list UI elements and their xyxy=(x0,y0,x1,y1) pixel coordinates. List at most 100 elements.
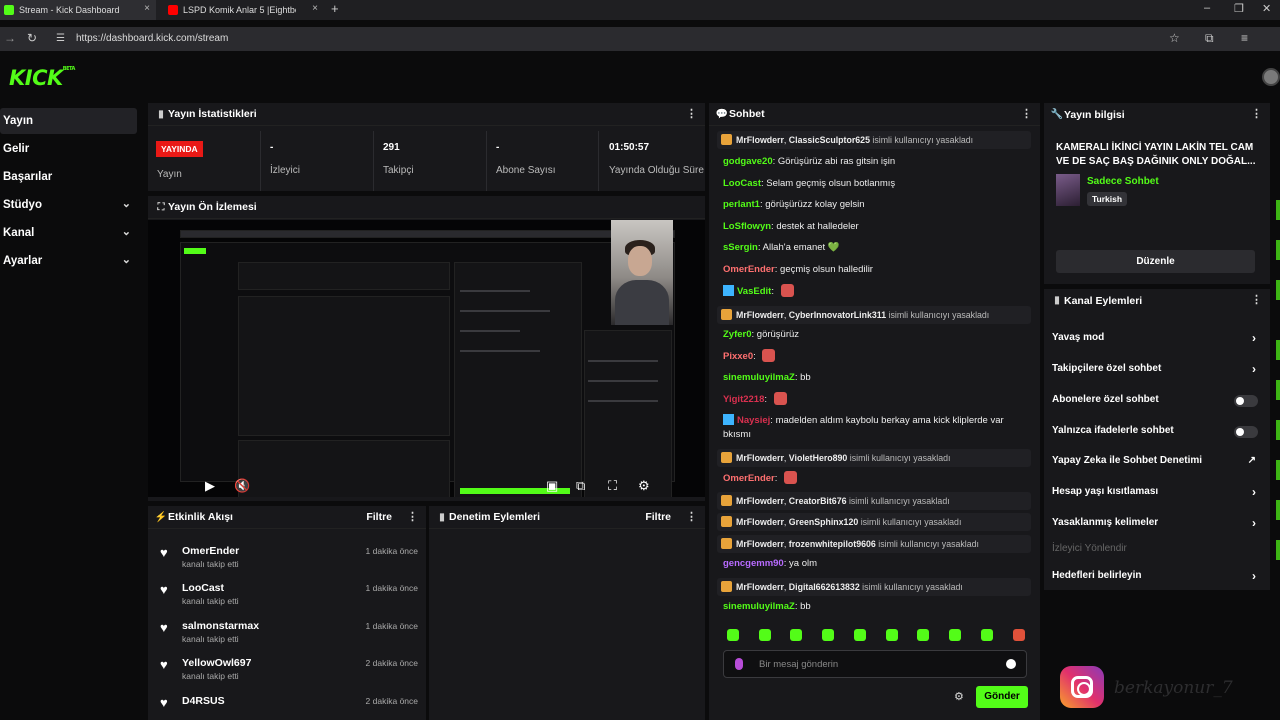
banned-username[interactable]: CreatorBit676 xyxy=(789,496,847,506)
emote-icon[interactable] xyxy=(981,629,993,641)
chat-username[interactable]: MrFlowderr xyxy=(736,453,784,463)
forward-icon[interactable]: → xyxy=(4,31,16,45)
emote-icon[interactable] xyxy=(949,629,961,641)
chat-username[interactable]: gencgemm90 xyxy=(723,558,784,569)
video-player[interactable] xyxy=(148,220,705,497)
action-account-age[interactable]: Hesap yaşı kısıtlaması › xyxy=(1052,484,1258,504)
emote-icon[interactable] xyxy=(822,629,834,641)
settings-gear-icon[interactable]: ⚙ xyxy=(638,478,650,494)
sidebar-item-yayin[interactable]: Yayın xyxy=(0,108,137,134)
action-slow-mode[interactable]: Yavaş mod › xyxy=(1052,330,1258,350)
chat-username[interactable]: Zyfer0 xyxy=(723,329,752,340)
close-window-icon[interactable]: ✕ xyxy=(1262,2,1271,15)
action-subscribers-only[interactable]: Abonelere özel sohbet xyxy=(1052,392,1258,412)
chat-username[interactable]: Yigit2218 xyxy=(723,394,764,405)
sidebar-item-kanal[interactable]: Kanal ⌄ xyxy=(0,220,137,246)
tab-youtube[interactable]: LSPD Komik Anlar 5 |Eightborn × xyxy=(164,0,324,20)
action-banned-words[interactable]: Yasaklanmış kelimeler › xyxy=(1052,515,1258,535)
chat-username[interactable]: MrFlowderr xyxy=(736,310,784,320)
emote-icon[interactable] xyxy=(759,629,771,641)
maximize-icon[interactable]: ❐ xyxy=(1234,2,1244,15)
chat-input[interactable]: Bir mesaj gönderin xyxy=(723,650,1027,678)
filter-button[interactable]: Filtre xyxy=(645,511,671,523)
chat-message: sinemuluyilmaZ: bb xyxy=(723,372,811,383)
new-tab-button[interactable]: + xyxy=(331,1,339,16)
bookmark-star-icon[interactable]: ☆ xyxy=(1169,31,1180,45)
media-icon[interactable]: ≡ xyxy=(1241,31,1248,45)
kick-logo[interactable]: KICKBETA xyxy=(9,66,75,90)
avatar[interactable] xyxy=(1262,68,1280,86)
microphone-icon[interactable] xyxy=(735,658,743,670)
more-options-icon[interactable]: ⋮ xyxy=(407,510,418,523)
chat-username[interactable]: LoSflowyn xyxy=(723,221,771,232)
chat-username[interactable]: MrFlowderr xyxy=(736,496,784,506)
action-ai-moderation[interactable]: Yapay Zeka ile Sohbet Denetimi ↗ xyxy=(1052,453,1258,473)
event-username[interactable]: LooCast xyxy=(182,582,224,594)
theater-mode-icon[interactable]: ▣ xyxy=(546,478,558,494)
edit-button[interactable]: Düzenle xyxy=(1056,250,1255,273)
more-options-icon[interactable]: ⋮ xyxy=(1251,293,1262,306)
pip-icon[interactable]: ⧉ xyxy=(576,478,585,494)
chat-username[interactable]: perlant1 xyxy=(723,199,760,210)
chat-username[interactable]: sSergin xyxy=(723,242,758,253)
sidebar-item-gelir[interactable]: Gelir xyxy=(0,136,137,162)
chat-username[interactable]: OmerEnder xyxy=(723,473,775,484)
sidebar-item-basarilar[interactable]: Başarılar xyxy=(0,164,137,190)
more-options-icon[interactable]: ⋮ xyxy=(1021,107,1032,120)
chat-username[interactable]: VasEdit xyxy=(737,286,771,297)
emote-icon[interactable] xyxy=(886,629,898,641)
chat-username[interactable]: sinemuluyilmaZ xyxy=(723,372,795,383)
chat-username[interactable]: MrFlowderr xyxy=(736,135,784,145)
emote-icon[interactable] xyxy=(854,629,866,641)
minimize-icon[interactable]: – xyxy=(1204,2,1210,14)
chat-settings-gear-icon[interactable]: ⚙ xyxy=(954,690,964,703)
play-icon[interactable]: ▶ xyxy=(205,478,215,494)
extensions-icon[interactable]: ⧉ xyxy=(1205,31,1214,46)
chat-username[interactable]: OmerEnder xyxy=(723,264,775,275)
category-link[interactable]: Sadece Sohbet xyxy=(1087,176,1159,187)
tab-kick-dashboard[interactable]: Stream - Kick Dashboard × xyxy=(0,0,156,20)
url-input[interactable]: https://dashboard.kick.com/stream xyxy=(76,33,228,44)
banned-username[interactable]: Digital662613832 xyxy=(789,582,860,592)
sidebar-item-ayarlar[interactable]: Ayarlar ⌄ xyxy=(0,248,137,274)
action-emotes-only[interactable]: Yalnızca ifadelerle sohbet xyxy=(1052,423,1258,443)
chat-username[interactable]: Pixxe0 xyxy=(723,351,753,362)
chat-username[interactable]: MrFlowderr xyxy=(736,539,784,549)
emoji-picker-icon[interactable] xyxy=(1006,659,1016,669)
more-options-icon[interactable]: ⋮ xyxy=(1251,107,1262,120)
action-goals[interactable]: Hedefleri belirleyin › xyxy=(1052,568,1258,588)
banned-username[interactable]: GreenSphinx120 xyxy=(789,517,858,527)
close-tab-icon[interactable]: × xyxy=(144,3,150,14)
toggle-switch[interactable] xyxy=(1234,426,1258,438)
more-options-icon[interactable]: ⋮ xyxy=(686,510,697,523)
chat-username[interactable]: MrFlowderr xyxy=(736,517,784,527)
site-info-icon[interactable]: ☰ xyxy=(56,33,65,44)
emote-icon[interactable] xyxy=(727,629,739,641)
chat-username[interactable]: MrFlowderr xyxy=(736,582,784,592)
banned-username[interactable]: frozenwhitepilot9606 xyxy=(789,539,876,549)
toggle-switch[interactable] xyxy=(1234,395,1258,407)
send-button[interactable]: Gönder xyxy=(976,686,1028,708)
reload-icon[interactable]: ↻ xyxy=(27,31,37,45)
fullscreen-icon[interactable]: ⛶ xyxy=(608,478,617,494)
event-username[interactable]: salmonstarmax xyxy=(182,620,259,632)
emote-icon[interactable] xyxy=(917,629,929,641)
chat-username[interactable]: sinemuluyilmaZ xyxy=(723,601,795,612)
sidebar-item-studyo[interactable]: Stüdyo ⌄ xyxy=(0,192,137,218)
emote-icon[interactable] xyxy=(790,629,802,641)
event-username[interactable]: YellowOwl697 xyxy=(182,657,251,669)
more-options-icon[interactable]: ⋮ xyxy=(686,107,697,120)
event-username[interactable]: D4RSUS xyxy=(182,695,225,707)
banned-username[interactable]: ClassicSculptor625 xyxy=(789,135,870,145)
banned-username[interactable]: VioletHero890 xyxy=(789,453,848,463)
filter-button[interactable]: Filtre xyxy=(366,511,392,523)
banned-username[interactable]: CyberInnovatorLink311 xyxy=(789,310,886,320)
mute-icon[interactable]: 🔇 xyxy=(234,478,250,494)
chat-username[interactable]: godgave20 xyxy=(723,156,773,167)
chat-username[interactable]: Naysiej xyxy=(737,415,770,426)
action-followers-only[interactable]: Takipçilere özel sohbet › xyxy=(1052,361,1258,381)
close-tab-icon[interactable]: × xyxy=(312,3,318,14)
chat-username[interactable]: LooCast xyxy=(723,178,761,189)
event-username[interactable]: OmerEnder xyxy=(182,545,239,557)
emote-icon[interactable] xyxy=(1013,629,1025,641)
